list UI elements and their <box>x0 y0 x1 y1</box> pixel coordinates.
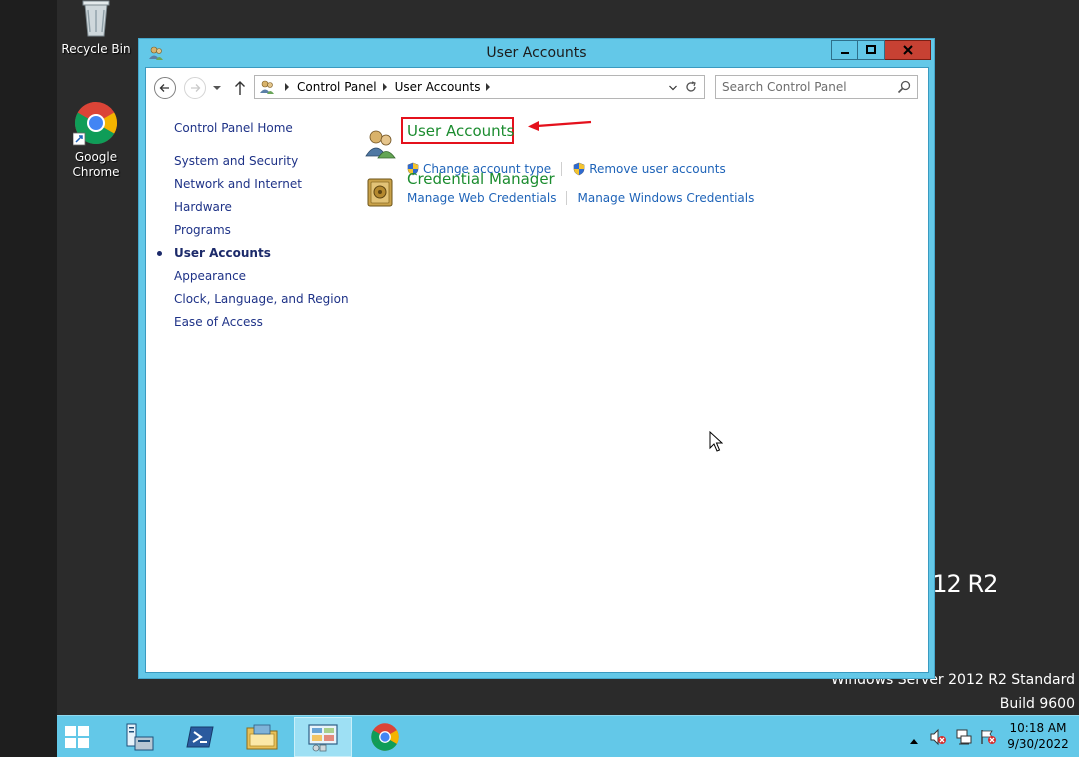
nav-item-ease-of-access[interactable]: Ease of Access <box>174 315 263 329</box>
start-button[interactable] <box>63 724 91 750</box>
control-panel-icon <box>308 724 338 752</box>
remove-user-accounts-link[interactable]: Remove user accounts <box>572 162 726 176</box>
desktop-icon-label: Google Chrome <box>72 150 120 179</box>
breadcrumb-separator-icon[interactable] <box>486 83 491 91</box>
folder-icon <box>246 724 278 750</box>
search-input[interactable] <box>722 79 892 95</box>
maximize-icon <box>866 45 876 54</box>
flag-alert-icon <box>981 730 996 744</box>
task-label: Manage Web Credentials <box>407 191 557 205</box>
refresh-icon <box>686 81 696 92</box>
title-bar[interactable]: User Accounts <box>139 39 934 67</box>
recent-locations-button[interactable] <box>212 83 222 93</box>
nav-item-clock-language-region[interactable]: Clock, Language, and Region <box>174 292 349 306</box>
search-icon[interactable] <box>897 80 911 94</box>
nav-item-label: User Accounts <box>174 246 271 260</box>
arrow-left-icon <box>159 84 169 92</box>
speaker-muted-icon <box>930 728 946 746</box>
refresh-button[interactable] <box>684 80 698 94</box>
desktop-icon-label: Recycle Bin <box>61 42 131 56</box>
desktop-icon-google-chrome[interactable]: Google Chrome <box>56 100 136 180</box>
nav-item-network-and-internet[interactable]: Network and Internet <box>174 177 302 191</box>
breadcrumb-separator-icon[interactable] <box>382 83 387 91</box>
server-manager-icon <box>126 723 154 751</box>
minimize-button[interactable] <box>831 40 858 60</box>
taskbar-google-chrome[interactable] <box>356 717 414 757</box>
taskbar-clock[interactable]: 10:18 AM 9/30/2022 <box>1003 720 1073 752</box>
nav-item-user-accounts[interactable]: User Accounts <box>157 246 271 260</box>
task-separator <box>561 162 563 176</box>
taskbar-powershell[interactable] <box>171 717 229 757</box>
arrow-right-icon <box>191 84 201 92</box>
taskbar: 10:18 AM 9/30/2022 <box>57 715 1079 757</box>
group-title-credential-manager[interactable]: Credential Manager <box>407 170 555 188</box>
close-button[interactable] <box>885 40 931 60</box>
nav-item-programs[interactable]: Programs <box>174 223 231 237</box>
back-button[interactable] <box>154 77 176 99</box>
up-button[interactable] <box>232 78 248 98</box>
network-icon <box>956 729 972 745</box>
network-tray-button[interactable] <box>955 728 973 746</box>
chevron-down-icon <box>669 85 677 91</box>
manage-web-credentials-link[interactable]: Manage Web Credentials <box>407 191 556 205</box>
uac-shield-icon <box>573 162 585 176</box>
window-title: User Accounts <box>486 45 587 61</box>
show-hidden-icons-button[interactable] <box>910 733 918 744</box>
chevron-up-icon <box>910 739 918 744</box>
breadcrumb: Control Panel User Accounts <box>279 80 498 94</box>
taskbar-server-manager[interactable] <box>109 717 167 757</box>
user-accounts-icon[interactable] <box>364 128 396 160</box>
mouse-cursor-icon <box>709 431 723 452</box>
desktop-background <box>0 0 57 757</box>
chevron-down-icon <box>213 86 221 90</box>
nav-item-appearance[interactable]: Appearance <box>174 269 246 283</box>
chrome-icon <box>371 723 399 751</box>
manage-windows-credentials-link[interactable]: Manage Windows Credentials <box>577 191 754 205</box>
clock-date: 9/30/2022 <box>1007 737 1069 751</box>
breadcrumb-control-panel[interactable]: Control Panel <box>297 80 377 94</box>
maximize-button[interactable] <box>858 40 885 60</box>
red-annotation-arrow-icon <box>528 120 592 131</box>
breadcrumb-separator-icon[interactable] <box>285 83 289 91</box>
minimize-icon <box>840 52 849 54</box>
desktop-icon-recycle-bin[interactable]: Recycle Bin <box>56 0 136 57</box>
current-item-bullet <box>157 251 162 256</box>
task-separator <box>566 191 568 205</box>
control-panel-icon <box>259 79 275 95</box>
taskbar-control-panel[interactable] <box>294 717 352 757</box>
credential-manager-icon[interactable] <box>364 176 396 208</box>
nav-item-hardware[interactable]: Hardware <box>174 200 232 214</box>
forward-button[interactable] <box>184 77 206 99</box>
taskbar-file-explorer[interactable] <box>233 717 291 757</box>
volume-tray-button[interactable] <box>929 728 947 746</box>
action-center-tray-button[interactable] <box>979 728 997 746</box>
clock-time: 10:18 AM <box>1009 721 1067 735</box>
breadcrumb-user-accounts[interactable]: User Accounts <box>395 80 481 94</box>
windows-logo-icon <box>65 726 89 748</box>
task-label: Manage Windows Credentials <box>577 191 755 205</box>
address-bar[interactable]: Control Panel User Accounts <box>254 75 705 99</box>
task-row: Manage Web Credentials Manage Windows Cr… <box>407 191 754 205</box>
task-label: Remove user accounts <box>589 162 726 176</box>
arrow-up-icon <box>235 81 245 95</box>
address-dropdown-button[interactable] <box>668 82 678 92</box>
user-accounts-window: User Accounts Control Panel User Account… <box>138 38 935 679</box>
window-client-area: Control Panel User Accounts Control Pane… <box>145 67 929 673</box>
nav-item-system-and-security[interactable]: System and Security <box>174 154 298 168</box>
search-box[interactable] <box>715 75 918 99</box>
group-title-user-accounts[interactable]: User Accounts <box>407 122 514 140</box>
powershell-icon <box>186 726 214 748</box>
recycle-bin-icon <box>79 0 113 38</box>
control-panel-home-link[interactable]: Control Panel Home <box>174 121 293 135</box>
os-watermark-build: Build 9600 <box>999 696 1075 712</box>
chrome-icon <box>72 100 119 146</box>
close-icon <box>902 45 913 55</box>
